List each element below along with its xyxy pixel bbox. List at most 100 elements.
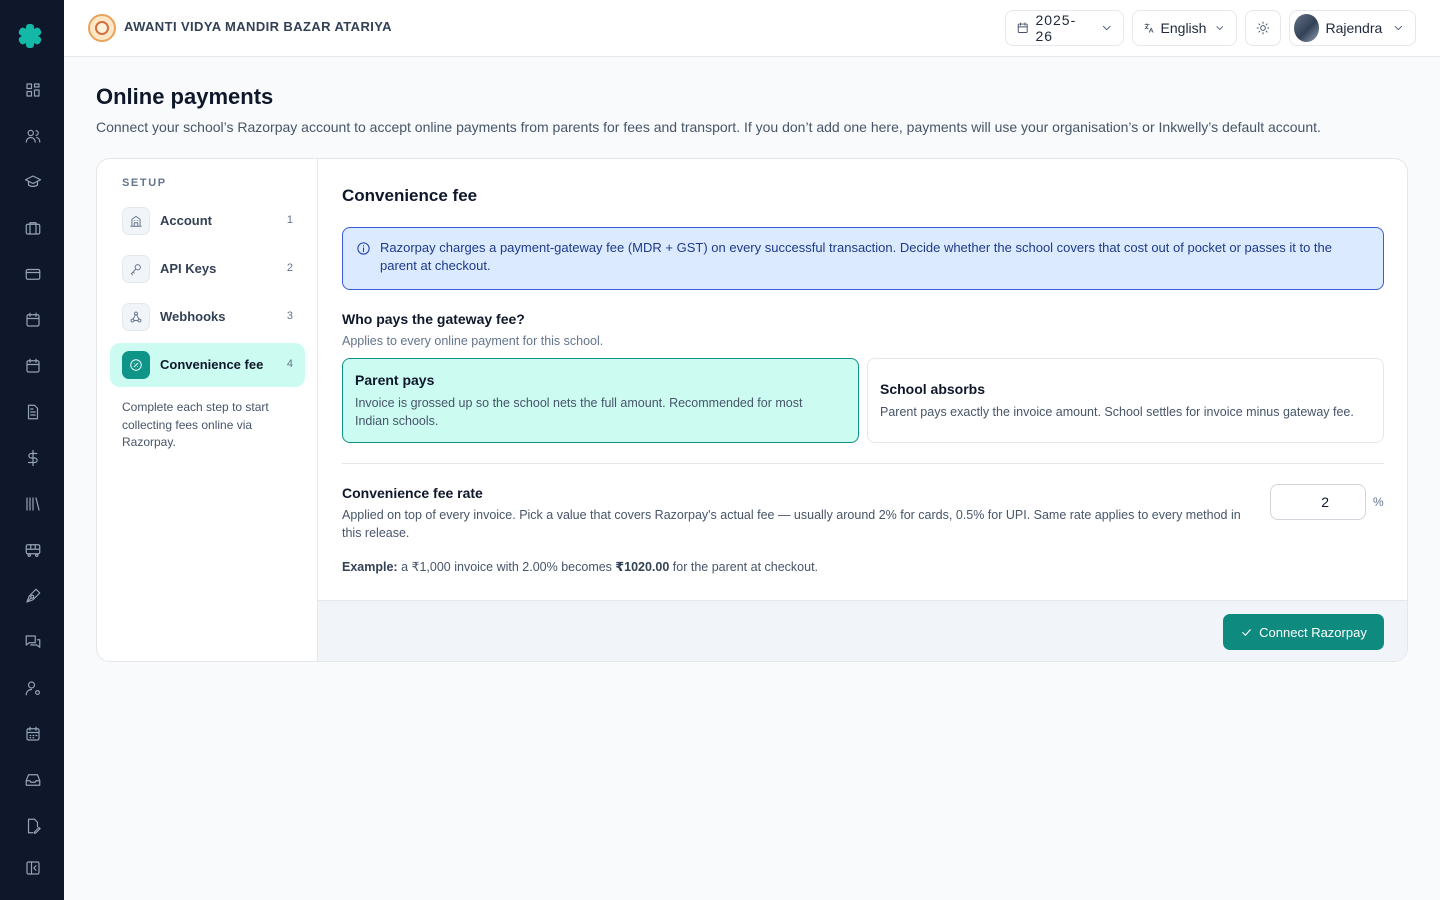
example-label: Example:: [342, 560, 398, 574]
calendar-grid-icon: [26, 726, 40, 741]
option-description: Invoice is grossed up so the school nets…: [355, 396, 803, 428]
option-school-absorbs[interactable]: School absorbs Parent pays exactly the i…: [867, 358, 1384, 443]
calendar-icon: [26, 358, 40, 373]
rail-reports[interactable]: [22, 815, 44, 837]
rate-description: Applied on top of every invoice. Pick a …: [342, 508, 1241, 540]
library-icon: [26, 497, 40, 511]
academic-year-value: 2025-26: [1035, 12, 1077, 44]
step-label: Webhooks: [160, 309, 226, 324]
pen-tool-icon: [26, 588, 41, 603]
rail-fees[interactable]: [22, 447, 44, 469]
rail-transport[interactable]: [22, 539, 44, 561]
rail-user-settings[interactable]: [22, 677, 44, 699]
connect-razorpay-button[interactable]: Connect Razorpay: [1223, 614, 1384, 650]
step-webhooks[interactable]: Webhooks 3: [110, 295, 305, 339]
gateway-fee-question: Who pays the gateway fee?: [342, 311, 525, 327]
rail-exams[interactable]: [22, 585, 44, 607]
divider: [342, 463, 1384, 464]
rail-dashboard[interactable]: [22, 79, 44, 101]
calendar-icon: [1017, 22, 1028, 33]
rail-calendar[interactable]: [22, 309, 44, 331]
connect-label: Connect Razorpay: [1259, 624, 1367, 640]
rail-messages[interactable]: [22, 631, 44, 653]
graduation-cap-icon: [24, 175, 42, 188]
rail-inventory[interactable]: [22, 769, 44, 791]
rail-library[interactable]: [22, 493, 44, 515]
messages-icon: [25, 635, 41, 648]
rail-collapse[interactable]: [22, 857, 44, 879]
file-edit-icon: [27, 818, 41, 834]
school-name: AWANTI VIDYA MANDIR BAZAR ATARIYA: [124, 19, 392, 34]
calendar-icon: [26, 312, 40, 327]
asterisk-logo-icon[interactable]: [16, 22, 44, 50]
step-convenience-fee[interactable]: Convenience fee 4: [110, 343, 305, 387]
rail-documents[interactable]: [22, 401, 44, 423]
academic-year-select[interactable]: 2025-26: [1005, 10, 1124, 46]
section-title: Convenience fee: [342, 186, 478, 205]
sun-icon: [1256, 21, 1270, 35]
percent-icon: [130, 359, 142, 371]
example-post: for the parent at checkout.: [672, 560, 819, 574]
convenience-fee-panel: Convenience fee Razorpay charges a payme…: [318, 159, 1407, 661]
document-icon: [27, 404, 39, 420]
briefcase-icon: [25, 222, 41, 235]
page-title: Online payments: [96, 84, 274, 109]
info-banner: Razorpay charges a payment-gateway fee (…: [342, 227, 1384, 290]
card-icon: [25, 268, 41, 280]
webhook-icon: [130, 311, 142, 323]
users-icon: [25, 129, 41, 143]
rail-academics[interactable]: [22, 171, 44, 193]
chevron-down-icon: [1395, 25, 1403, 31]
example-pre: a ₹1,000 invoice with 2.00% becomes: [401, 560, 612, 574]
option-parent-pays[interactable]: Parent pays Invoice is grossed up so the…: [342, 358, 859, 443]
user-gear-icon: [25, 681, 40, 696]
dollar-icon: [27, 449, 38, 467]
top-bar: AWANTI VIDYA MANDIR BAZAR ATARIYA 2025-2…: [64, 0, 1440, 57]
language-value: English: [1160, 20, 1207, 36]
setup-label: SETUP: [122, 177, 167, 189]
key-icon: [130, 264, 141, 276]
sidebar-collapse-icon: [26, 861, 40, 875]
gateway-fee-question-sub: Applies to every online payment for this…: [342, 334, 604, 348]
theme-toggle[interactable]: [1245, 10, 1281, 46]
chevron-down-icon: [1102, 25, 1111, 31]
example-amount: ₹1020.00: [615, 560, 670, 574]
inbox-icon: [25, 774, 41, 786]
dashboard-icon: [26, 83, 40, 97]
user-menu[interactable]: Rajendra: [1289, 10, 1416, 46]
rail-staff[interactable]: [22, 217, 44, 239]
language-select[interactable]: English: [1132, 10, 1237, 46]
left-rail: [0, 0, 64, 900]
rail-timetable[interactable]: [22, 723, 44, 745]
chevron-down-icon: [1216, 26, 1224, 30]
option-title: School absorbs: [880, 381, 986, 397]
fee-rate-input[interactable]: [1270, 484, 1366, 520]
page-subtitle: Connect your school’s Razorpay account t…: [96, 119, 1321, 135]
step-api-keys[interactable]: API Keys 2: [110, 247, 305, 291]
building-icon: [130, 215, 142, 227]
info-icon: [357, 242, 370, 255]
panel-footer: Connect Razorpay: [318, 600, 1407, 661]
option-description: Parent pays exactly the invoice amount. …: [880, 405, 1354, 419]
step-label: Account: [160, 213, 212, 228]
setup-steps: SETUP Account 1 API Keys 2 Webhooks 3 Co…: [97, 159, 318, 661]
bus-icon: [25, 544, 41, 557]
rate-unit: %: [1373, 495, 1384, 509]
translate-icon: [1144, 23, 1154, 33]
option-title: Parent pays: [355, 372, 435, 388]
step-number: 1: [286, 214, 293, 226]
check-icon: [1242, 628, 1251, 636]
avatar: [1294, 14, 1320, 42]
school-logo: [88, 14, 116, 42]
fee-example: Example: a ₹1,000 invoice with 2.00% bec…: [342, 559, 818, 574]
rail-events[interactable]: [22, 355, 44, 377]
step-number: 3: [286, 310, 293, 322]
rail-users[interactable]: [22, 125, 44, 147]
setup-note: Complete each step to start collecting f…: [122, 400, 269, 449]
step-number: 2: [286, 262, 293, 274]
payments-setup-card: SETUP Account 1 API Keys 2 Webhooks 3 Co…: [96, 158, 1408, 662]
rate-title: Convenience fee rate: [342, 485, 483, 501]
rail-payments[interactable]: [22, 263, 44, 285]
step-account[interactable]: Account 1: [110, 199, 305, 243]
step-label: Convenience fee: [160, 357, 264, 372]
